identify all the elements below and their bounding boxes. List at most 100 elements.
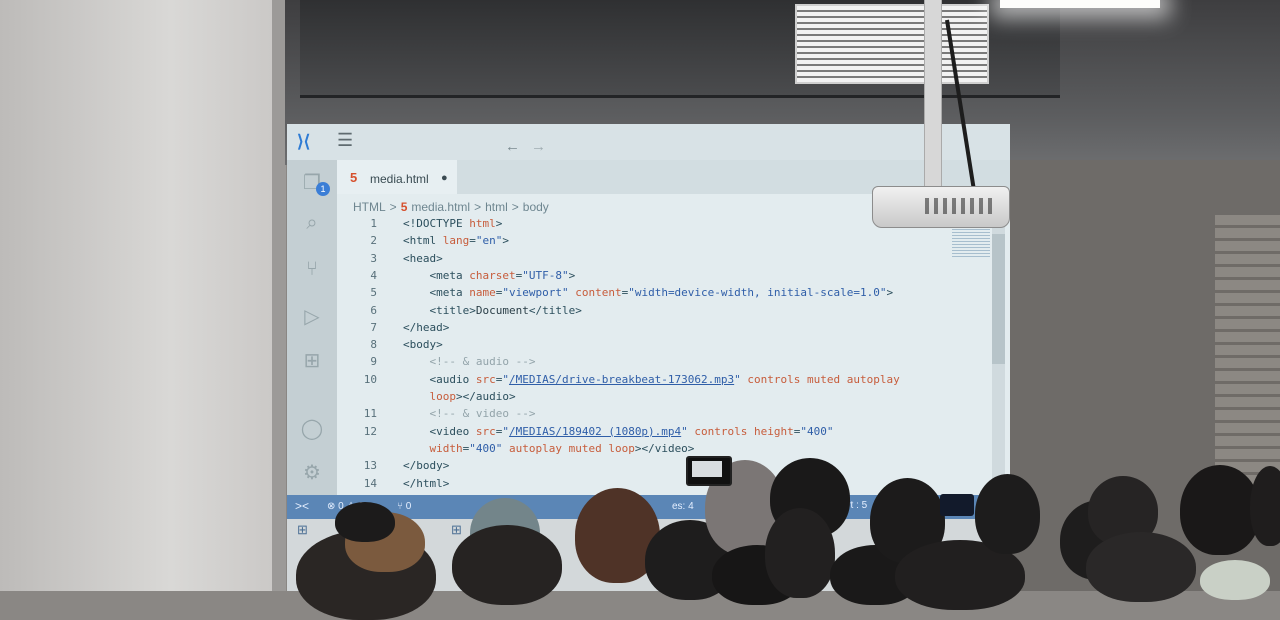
line-number: 9 [370,355,377,369]
code-token: </body> [403,459,450,473]
menu-icon[interactable]: ☰ [337,130,353,151]
code-token: " [681,424,695,438]
extensions-icon[interactable]: ⊞ [299,348,325,373]
breadcrumb[interactable]: HTML >5 media.html > html > body [353,200,553,214]
code-token: "UTF-8" [522,268,569,282]
code-token: Document [475,303,529,317]
line-number: 2 [370,234,377,248]
scrollbar-thumb[interactable] [992,234,1005,364]
indent-status[interactable]: es: 4 [672,501,694,512]
code-token: "400" [469,441,509,455]
code-text: <!-- & video --> [403,407,535,420]
line-number: 10 [363,372,377,386]
line-number: 7 [370,320,377,334]
minimap[interactable] [952,229,990,259]
line-number: 1 [370,217,377,230]
code-text: width="400" autoplay muted loop></video> [403,442,694,455]
vscode-logo-icon: ⟩⟨ [297,132,311,151]
title-bar: ⟩⟨ ☰ ← → [287,124,1010,160]
code-token: name [469,286,496,300]
breadcrumb-separator: > [511,200,519,214]
left-wall [0,0,285,591]
line-number: 8 [370,338,377,352]
code-token: content [575,286,622,300]
activity-bar: ❐ ⌕ ⑂ ▷ ⊞ ◯ ⚙ [287,160,337,495]
account-icon[interactable]: ◯ [299,416,325,441]
line-number: 5 [370,286,377,300]
projected-screen: ⟩⟨ ☰ ← → ▭▯▭ ❐ ⌕ ⑂ ▷ ⊞ ◯ ⚙ 1 5 media.htm… [287,124,1010,519]
ceiling-vent [795,4,989,84]
breadcrumb-item[interactable]: html [485,200,508,214]
breadcrumb-separator: > [474,200,482,214]
code-token: controls muted autoplay [747,372,900,386]
code-editor[interactable]: 1 <!DOCTYPE html> 2 <html lang="en"> 3 <head>… [337,217,997,497]
line-number: 11 [363,407,377,421]
code-text: </body> [403,459,449,472]
breadcrumb-item[interactable]: body [523,200,549,214]
louvered-door [1215,215,1280,485]
line-number: 13 [363,459,377,473]
line-number: 3 [370,251,377,265]
code-token: <body> [403,338,443,352]
code-token: <!-- & audio --> [403,355,536,369]
line-number: 14 [363,476,377,490]
audience-head [1180,465,1260,555]
audience-shoulder [1200,560,1270,600]
source-control-badge: 1 [316,182,330,196]
code-text: <video src="/MEDIAS/189402 (1080p).mp4" … [403,424,834,438]
audience-head [1086,532,1196,602]
code-token: </head> [403,320,450,334]
code-text: </html> [403,477,449,490]
source-control-icon[interactable]: ⑂ [299,258,325,281]
line-number: 4 [370,268,377,282]
breadcrumb-separator: > [389,200,397,214]
code-token: " [734,372,748,386]
code-token: > [502,234,509,248]
run-debug-icon[interactable]: ▷ [299,304,325,329]
audience-head [975,474,1040,554]
code-text: <html lang="en"> [403,234,509,247]
breadcrumb-item[interactable]: HTML [353,200,386,214]
code-text: </head> [403,321,449,334]
code-text: <body> [403,338,443,351]
tab-label: media.html [370,172,429,186]
tab-media-html[interactable]: 5 media.html ● [337,160,457,194]
code-token: /MEDIAS/189402 (1080p).mp4 [508,424,682,438]
ports-status[interactable]: ⑂ 0 [397,501,411,512]
line-number: 12 [363,424,377,438]
code-token: > [495,217,503,230]
remote-icon[interactable]: >< [295,499,309,513]
line-number: 6 [370,303,377,317]
code-token: "viewport" [502,286,576,300]
arrow-right-icon[interactable]: → [531,138,546,155]
arrow-left-icon[interactable]: ← [505,138,520,155]
html5-icon: 5 [350,170,358,185]
code-token: ></audio> [455,390,516,403]
code-token: "400" [800,424,834,438]
code-token: /MEDIAS/drive-breakbeat-173062.mp3 [508,372,735,386]
code-token: ></video> [634,441,695,455]
code-text: <meta charset="UTF-8"> [403,269,575,282]
code-token: src [475,372,496,386]
windows-start-icon: ⊞ [297,522,308,537]
settings-icon[interactable]: ⚙ [299,460,325,485]
code-token: <meta [403,286,470,300]
breadcrumb-item[interactable]: media.html [411,200,470,214]
search-icon[interactable]: ⌕ [299,212,325,235]
audience-head [1250,466,1280,546]
audience-head [452,525,562,605]
code-token: "en" [475,234,503,248]
audience-head [765,508,835,598]
code-token: <meta [403,268,470,282]
code-token: lang [442,234,470,248]
code-token: " [502,424,509,438]
windows-start-icon-2: ⊞ [451,522,462,537]
code-token: <title> [403,303,476,317]
code-text: <!-- & audio --> [403,355,535,368]
code-token: </html> [403,476,450,490]
code-token: " [502,372,509,386]
code-token: = [469,234,476,248]
phone-screen [692,461,722,477]
code-token: <audio [403,372,476,386]
code-token: "width=device-width, initial-scale=1.0" [628,286,887,300]
